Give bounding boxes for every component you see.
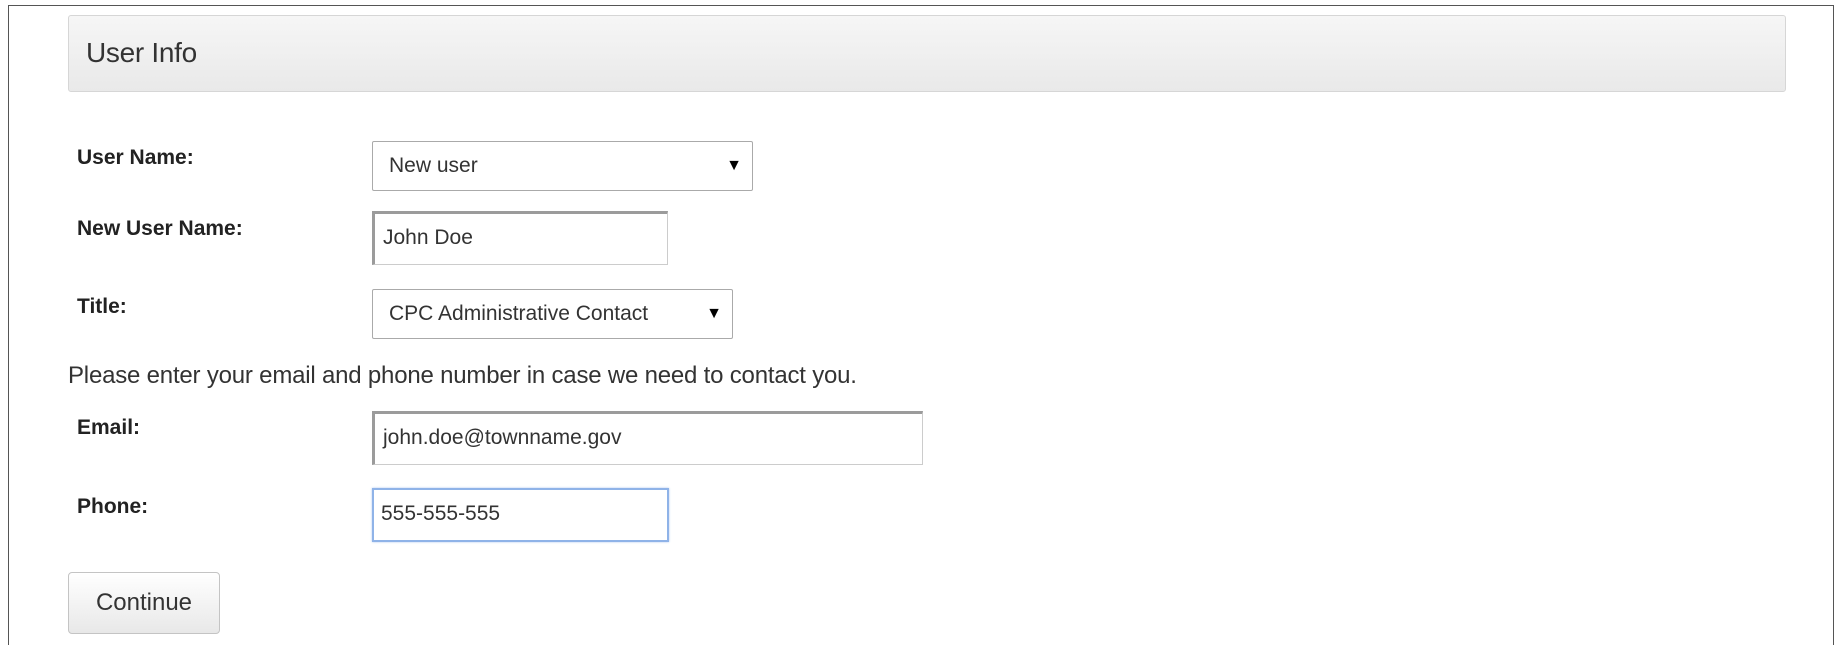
user-name-select[interactable]: New user ▼ <box>372 141 753 191</box>
continue-button[interactable]: Continue <box>68 572 220 634</box>
chevron-down-icon: ▼ <box>726 157 742 174</box>
panel-title: User Info <box>86 37 197 68</box>
title-label: Title: <box>77 295 127 318</box>
email-input[interactable]: john.doe@townname.gov <box>372 411 923 465</box>
email-label: Email: <box>77 416 141 439</box>
phone-label: Phone: <box>77 495 149 518</box>
title-select[interactable]: CPC Administrative Contact ▼ <box>372 289 733 339</box>
chevron-down-icon: ▼ <box>706 305 722 322</box>
user-name-label: User Name: <box>77 146 194 169</box>
title-selected-value: CPC Administrative Contact <box>389 302 649 325</box>
user-name-selected-value: New user <box>389 154 478 177</box>
new-user-name-input[interactable]: John Doe <box>372 211 668 265</box>
panel-heading: User Info <box>68 15 1786 92</box>
phone-input[interactable]: 555-555-555 <box>372 488 669 542</box>
contact-help-text: Please enter your email and phone number… <box>68 362 857 389</box>
new-user-name-label: New User Name: <box>77 217 243 240</box>
page-frame <box>8 5 1834 645</box>
